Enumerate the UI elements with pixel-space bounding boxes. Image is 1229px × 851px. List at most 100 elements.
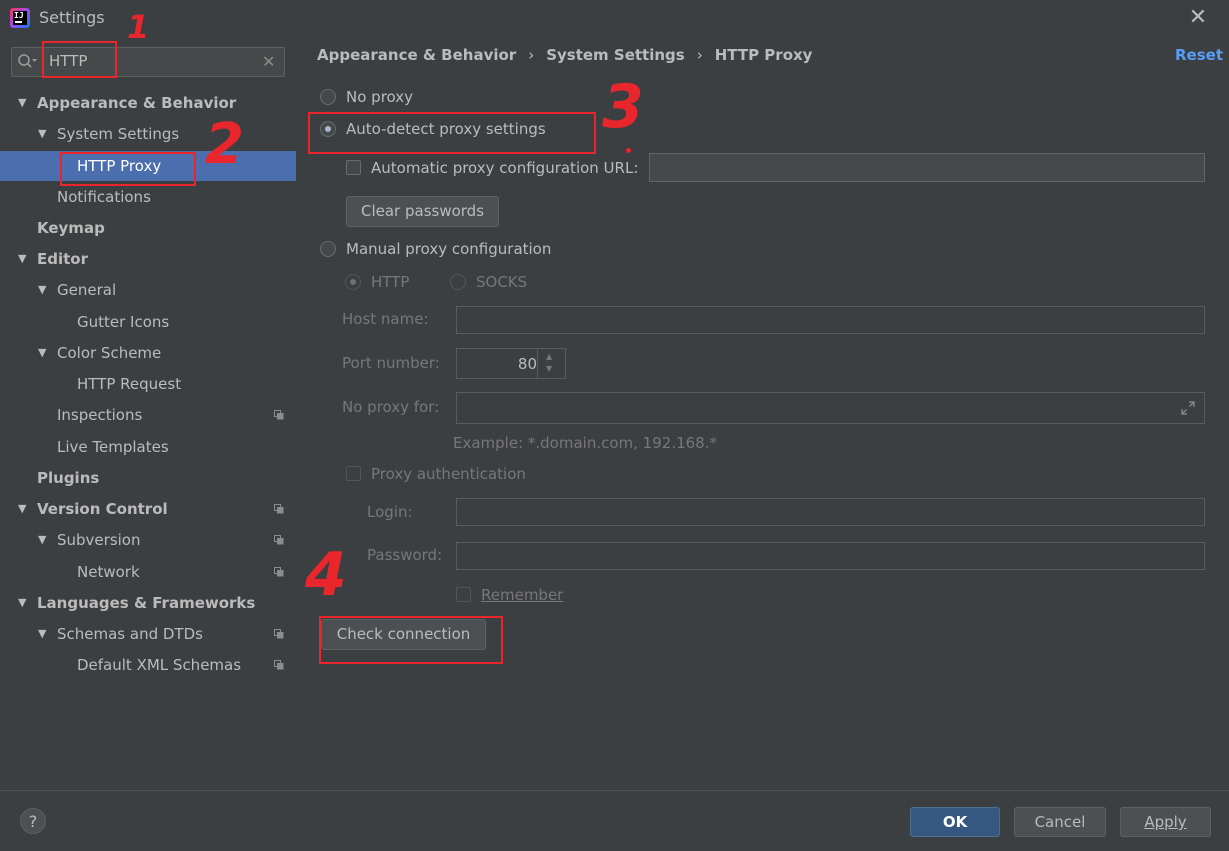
tree-item-label: Network (77, 563, 140, 581)
close-icon[interactable]: ✕ (1186, 6, 1210, 30)
annotation-number-4: 4 (305, 540, 347, 610)
socks-radio[interactable] (450, 274, 466, 290)
login-label: Login: (367, 503, 413, 521)
chevron-down-icon[interactable]: ▼ (38, 619, 46, 649)
spinner-up-icon[interactable]: ▲ (546, 352, 552, 361)
help-button[interactable]: ? (20, 808, 46, 834)
tree-item-http-request[interactable]: HTTP Request (0, 369, 296, 399)
project-scope-icon (274, 504, 284, 514)
window-title: Settings (39, 8, 105, 27)
clear-search-icon[interactable]: ✕ (262, 52, 275, 71)
clear-passwords-button[interactable]: Clear passwords (346, 196, 499, 227)
http-radio[interactable] (345, 274, 361, 290)
tree-item-label: Inspections (57, 406, 143, 424)
breadcrumb-appearance: Appearance & Behavior (317, 46, 517, 64)
tree-item-label: Subversion (57, 531, 141, 549)
no-proxy-for-input[interactable] (456, 392, 1205, 424)
annotation-number-1: 1 (127, 8, 150, 46)
auto-config-url-checkbox[interactable] (346, 160, 361, 175)
chevron-down-icon[interactable]: ▼ (38, 275, 46, 305)
port-value: 80 (517, 355, 537, 373)
tree-item-schemas-dtds[interactable]: ▼ Schemas and DTDs (0, 619, 296, 649)
auto-config-url-input[interactable] (649, 153, 1205, 182)
tree-item-label: Plugins (37, 469, 100, 487)
reset-link[interactable]: Reset (1175, 46, 1223, 64)
tree-item-general[interactable]: ▼ General (0, 275, 296, 305)
tree-item-label: General (57, 281, 117, 299)
no-proxy-example: Example: *.domain.com, 192.168.* (453, 434, 717, 452)
tree-item-label: Notifications (57, 188, 151, 206)
project-scope-icon (274, 410, 284, 420)
proxy-auth-label: Proxy authentication (371, 465, 526, 483)
tree-item-version-control[interactable]: ▼ Version Control (0, 494, 296, 524)
tree-item-keymap[interactable]: Keymap (0, 213, 296, 243)
password-label: Password: (367, 546, 443, 564)
annotation-box-3 (308, 112, 596, 154)
breadcrumb: Appearance & Behavior › System Settings › HT… (317, 46, 812, 64)
chevron-down-icon[interactable]: ▼ (38, 119, 46, 149)
tree-item-label: HTTP Request (77, 375, 182, 393)
annotation-number-2: 2 (205, 112, 244, 177)
chevron-down-icon[interactable]: ▼ (18, 494, 26, 524)
breadcrumb-separator: › (696, 46, 703, 64)
project-scope-icon (274, 629, 284, 639)
tree-item-label: Languages & Frameworks (37, 594, 256, 612)
tree-item-live-templates[interactable]: Live Templates (0, 432, 296, 462)
http-label: HTTP (371, 273, 410, 291)
proxy-auth-checkbox[interactable] (346, 466, 361, 481)
login-input[interactable] (456, 498, 1205, 526)
manual-proxy-radio[interactable] (320, 241, 336, 257)
chevron-down-icon[interactable]: ▼ (18, 244, 26, 274)
tree-item-label: Version Control (37, 500, 168, 518)
chevron-down-icon[interactable]: ▼ (18, 588, 26, 618)
no-proxy-for-label: No proxy for: (342, 398, 440, 416)
tree-item-label: Live Templates (57, 438, 169, 456)
tree-item-label: Gutter Icons (77, 313, 170, 331)
project-scope-icon (274, 660, 284, 670)
tree-item-label: Keymap (37, 219, 105, 237)
search-icon (18, 54, 37, 68)
tree-item-appearance-behavior[interactable]: ▼ Appearance & Behavior (0, 88, 296, 118)
intellij-app-icon: IJ (10, 8, 30, 28)
tree-item-gutter-icons[interactable]: Gutter Icons (0, 307, 296, 337)
tree-item-default-xml-schemas[interactable]: Default XML Schemas (0, 650, 296, 680)
tree-item-notifications[interactable]: Notifications (0, 182, 296, 212)
tree-item-label: Default XML Schemas (77, 656, 242, 674)
spinner-arrows[interactable]: ▲ ▼ (537, 349, 565, 378)
annotation-number-3: 3 (602, 72, 644, 142)
tree-item-editor[interactable]: ▼ Editor (0, 244, 296, 274)
tree-item-inspections[interactable]: Inspections (0, 400, 296, 430)
tree-item-label: System Settings (57, 125, 180, 143)
tree-item-languages-frameworks[interactable]: ▼ Languages & Frameworks (0, 588, 296, 618)
host-name-label: Host name: (342, 310, 429, 328)
annotation-dot (626, 148, 631, 153)
remember-checkbox[interactable] (456, 587, 471, 602)
project-scope-icon (274, 567, 284, 577)
annotation-box-2 (60, 152, 196, 186)
expand-icon[interactable] (1181, 401, 1195, 415)
tree-item-subversion[interactable]: ▼ Subversion (0, 525, 296, 555)
no-proxy-radio[interactable] (320, 89, 336, 105)
manual-proxy-label: Manual proxy configuration (346, 240, 552, 258)
apply-button[interactable]: Apply (1120, 807, 1211, 837)
breadcrumb-separator: › (528, 46, 535, 64)
chevron-down-icon[interactable]: ▼ (38, 525, 46, 555)
tree-item-label: Editor (37, 250, 88, 268)
tree-item-system-settings[interactable]: ▼ System Settings (0, 119, 296, 149)
project-scope-icon (274, 535, 284, 545)
tree-item-plugins[interactable]: Plugins (0, 463, 296, 493)
footer-divider (0, 790, 1229, 791)
annotation-box-4 (319, 616, 503, 664)
chevron-down-icon[interactable]: ▼ (38, 338, 46, 368)
cancel-button[interactable]: Cancel (1014, 807, 1106, 837)
chevron-down-icon[interactable]: ▼ (18, 88, 26, 118)
title-bar (0, 0, 1229, 38)
port-number-spinner[interactable]: 80 ▲ ▼ (456, 348, 566, 379)
ok-button[interactable]: OK (910, 807, 1000, 837)
password-input[interactable] (456, 542, 1205, 570)
spinner-down-icon[interactable]: ▼ (546, 364, 552, 373)
host-name-input[interactable] (456, 306, 1205, 334)
tree-item-color-scheme[interactable]: ▼ Color Scheme (0, 338, 296, 368)
socks-label: SOCKS (476, 273, 528, 291)
tree-item-network[interactable]: Network (0, 557, 296, 587)
